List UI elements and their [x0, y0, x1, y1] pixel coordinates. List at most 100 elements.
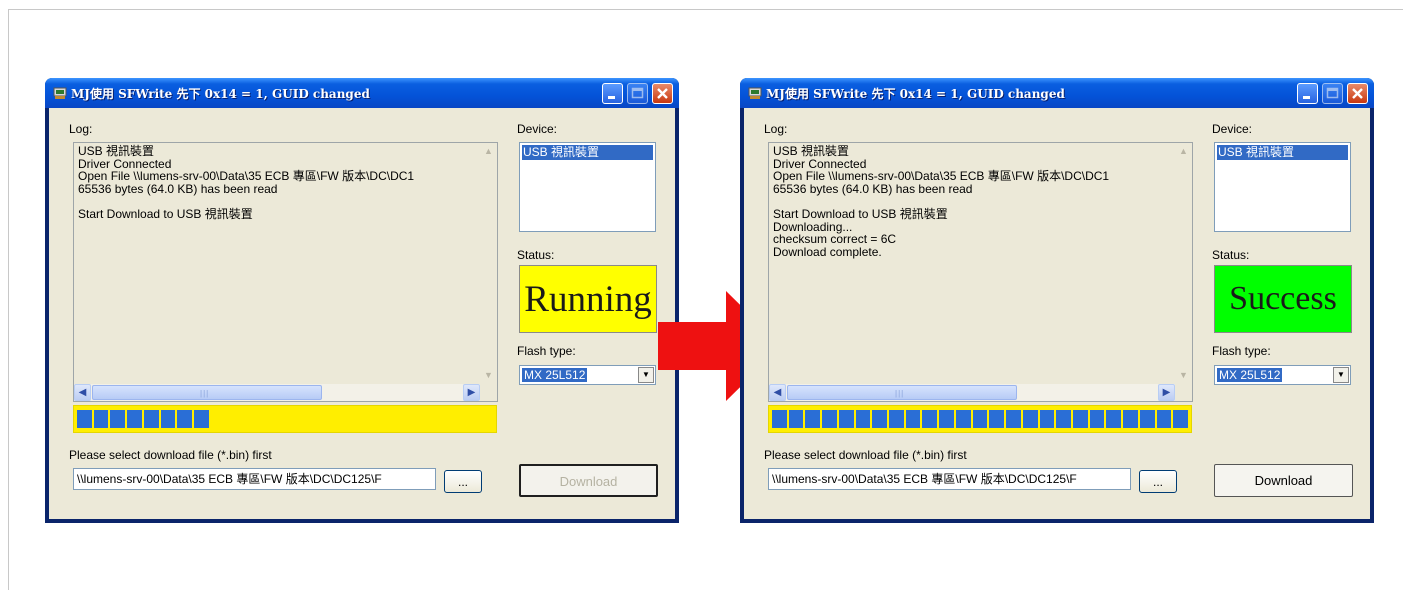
log-textbox[interactable]: USB 視訊裝置 Driver Connected Open File \\lu… — [768, 142, 1193, 402]
download-progress-bar — [73, 405, 497, 433]
log-line: 65536 bytes (64.0 KB) has been read — [78, 181, 278, 196]
log-lines: USB 視訊裝置 Driver Connected Open File \\lu… — [78, 145, 414, 221]
maximize-button[interactable] — [627, 83, 648, 104]
progress-block — [176, 409, 194, 429]
scroll-up-icon[interactable]: ▲ — [1175, 143, 1192, 160]
scroll-left-icon[interactable]: ◀ — [769, 384, 786, 401]
file-path-input[interactable]: \\lumens-srv-00\Data\35 ECB 專區\FW 版本\DC\… — [73, 468, 436, 490]
chevron-down-icon[interactable]: ▼ — [1333, 367, 1349, 383]
close-icon — [1352, 88, 1363, 99]
progress-block — [1055, 409, 1072, 429]
scroll-down-icon[interactable]: ▼ — [480, 367, 497, 384]
device-listbox[interactable]: USB 視訊裝置 — [1214, 142, 1351, 232]
close-button[interactable] — [1347, 83, 1368, 104]
log-horizontal-scrollbar[interactable]: ◀ ||| ▶ — [74, 384, 480, 401]
sfwrite-window-success: MJ使用 SFWrite 先下 0x14 = 1, GUID changed L… — [740, 78, 1374, 523]
download-progress-bar — [768, 405, 1192, 433]
device-item[interactable]: USB 視訊裝置 — [522, 145, 653, 160]
status-display: Success — [1214, 265, 1352, 333]
title-bar[interactable]: MJ使用 SFWrite 先下 0x14 = 1, GUID changed — [45, 78, 679, 108]
select-file-label: Please select download file (*.bin) firs… — [764, 448, 967, 462]
scroll-thumb[interactable]: ||| — [787, 385, 1017, 400]
chevron-down-icon[interactable]: ▼ — [638, 367, 654, 383]
log-line: Start Download to USB 視訊裝置 — [78, 206, 253, 221]
close-button[interactable] — [652, 83, 673, 104]
flash-type-select[interactable]: MX 25L512 ▼ — [1214, 365, 1351, 385]
download-button[interactable]: Download — [1214, 464, 1353, 497]
progress-block — [871, 409, 889, 429]
progress-block — [921, 409, 939, 429]
download-button[interactable]: Download — [519, 464, 658, 497]
log-line: Download complete. — [773, 244, 882, 259]
progress-block — [1138, 409, 1156, 429]
progress-block — [837, 409, 855, 429]
app-icon — [748, 87, 762, 99]
status-label: Status: — [517, 248, 555, 262]
progress-block — [1071, 409, 1089, 429]
device-listbox[interactable]: USB 視訊裝置 — [519, 142, 656, 232]
log-lines: USB 視訊裝置 Driver Connected Open File \\lu… — [773, 145, 1109, 258]
select-file-label: Please select download file (*.bin) firs… — [69, 448, 272, 462]
minimize-button[interactable] — [1297, 83, 1318, 104]
minimize-button[interactable] — [602, 83, 623, 104]
page-border-top — [8, 9, 1403, 10]
page-border-left — [8, 9, 9, 590]
progress-block — [771, 409, 788, 429]
flash-type-label: Flash type: — [1212, 344, 1271, 358]
minimize-icon — [608, 96, 615, 99]
device-label: Device: — [517, 122, 558, 136]
log-horizontal-scrollbar[interactable]: ◀ ||| ▶ — [769, 384, 1175, 401]
scroll-down-icon[interactable]: ▼ — [1175, 367, 1192, 384]
window-client-area: Log: USB 視訊裝置 Driver Connected Open File… — [49, 108, 675, 519]
scroll-right-icon[interactable]: ▶ — [1158, 384, 1175, 401]
window-client-area: Log: USB 視訊裝置 Driver Connected Open File… — [744, 108, 1370, 519]
flash-type-select[interactable]: MX 25L512 ▼ — [519, 365, 656, 385]
file-path-input[interactable]: \\lumens-srv-00\Data\35 ECB 專區\FW 版本\DC\… — [768, 468, 1131, 490]
log-vertical-scrollbar[interactable]: ▲ ▼ — [480, 143, 497, 384]
scrollbar-corner — [480, 384, 497, 401]
progress-block — [92, 409, 110, 429]
device-label: Device: — [1212, 122, 1253, 136]
log-label: Log: — [764, 122, 788, 136]
log-line: checksum correct = 6C — [773, 232, 897, 247]
browse-button[interactable]: ... — [444, 470, 482, 493]
maximize-icon — [631, 87, 644, 99]
progress-block — [954, 409, 972, 429]
progress-block — [159, 409, 177, 429]
progress-block — [1155, 409, 1173, 429]
progress-block — [193, 409, 210, 429]
progress-block — [888, 409, 905, 429]
flash-type-value: MX 25L512 — [1217, 368, 1283, 382]
log-textbox[interactable]: USB 視訊裝置 Driver Connected Open File \\lu… — [73, 142, 498, 402]
close-icon — [657, 88, 668, 99]
window-title: MJ使用 SFWrite 先下 0x14 = 1, GUID changed — [71, 87, 370, 101]
sfwrite-window-running: MJ使用 SFWrite 先下 0x14 = 1, GUID changed L… — [45, 78, 679, 523]
scroll-thumb[interactable]: ||| — [92, 385, 322, 400]
log-line: USB 視訊裝置 — [773, 144, 850, 158]
maximize-button[interactable] — [1322, 83, 1343, 104]
scroll-up-icon[interactable]: ▲ — [480, 143, 497, 160]
progress-block — [142, 409, 160, 429]
progress-block — [109, 409, 127, 429]
progress-block — [854, 409, 872, 429]
grip-icon: ||| — [200, 389, 210, 398]
status-label: Status: — [1212, 248, 1250, 262]
device-item[interactable]: USB 視訊裝置 — [1217, 145, 1348, 160]
progress-block — [76, 409, 93, 429]
progress-block — [904, 409, 922, 429]
progress-block — [988, 409, 1006, 429]
log-vertical-scrollbar[interactable]: ▲ ▼ — [1175, 143, 1192, 384]
progress-block — [804, 409, 822, 429]
scrollbar-corner — [1175, 384, 1192, 401]
progress-block — [1005, 409, 1022, 429]
progress-block — [126, 409, 143, 429]
flash-type-label: Flash type: — [517, 344, 576, 358]
scroll-left-icon[interactable]: ◀ — [74, 384, 91, 401]
title-bar[interactable]: MJ使用 SFWrite 先下 0x14 = 1, GUID changed — [740, 78, 1374, 108]
progress-block — [787, 409, 805, 429]
grip-icon: ||| — [895, 389, 905, 398]
progress-block — [1021, 409, 1039, 429]
scroll-right-icon[interactable]: ▶ — [463, 384, 480, 401]
browse-button[interactable]: ... — [1139, 470, 1177, 493]
progress-block — [1038, 409, 1056, 429]
